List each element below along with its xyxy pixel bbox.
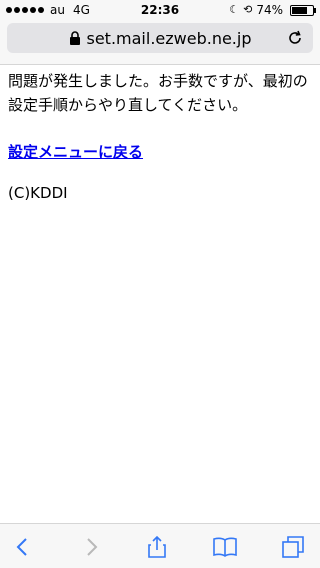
share-icon[interactable] [144,534,170,560]
status-right: ☾ ⟲ 74% [229,0,316,20]
rotation-lock-icon: ⟲ [243,3,253,16]
reload-icon[interactable] [287,30,303,46]
copyright-text: (C)KDDI [8,184,68,202]
tabs-icon[interactable] [280,534,306,560]
page-content: 問題が発生しました。お手数ですが、最初の設定手順からやり直してください。 設定メ… [8,64,314,202]
battery-fill [292,6,307,14]
browser-top-chrome: au 4G 22:36 ☾ ⟲ 74% set.mail.ezweb.ne.jp [0,0,320,65]
address-bar[interactable]: set.mail.ezweb.ne.jp [7,23,313,53]
error-message: 問題が発生しました。お手数ですが、最初の設定手順からやり直してください。 [8,72,308,114]
bottom-toolbar [0,523,320,568]
settings-menu-link[interactable]: 設定メニューに戻る [8,141,143,162]
battery-icon [290,4,316,16]
url-text: set.mail.ezweb.ne.jp [86,28,252,48]
battery-percent: 74% [256,3,283,17]
forward-chevron-icon[interactable] [78,534,104,560]
bookmarks-icon[interactable] [212,534,238,560]
moon-icon: ☾ [229,3,240,16]
status-bar: au 4G 22:36 ☾ ⟲ 74% [0,0,320,20]
back-chevron-icon[interactable] [10,534,36,560]
lock-icon [69,31,80,45]
